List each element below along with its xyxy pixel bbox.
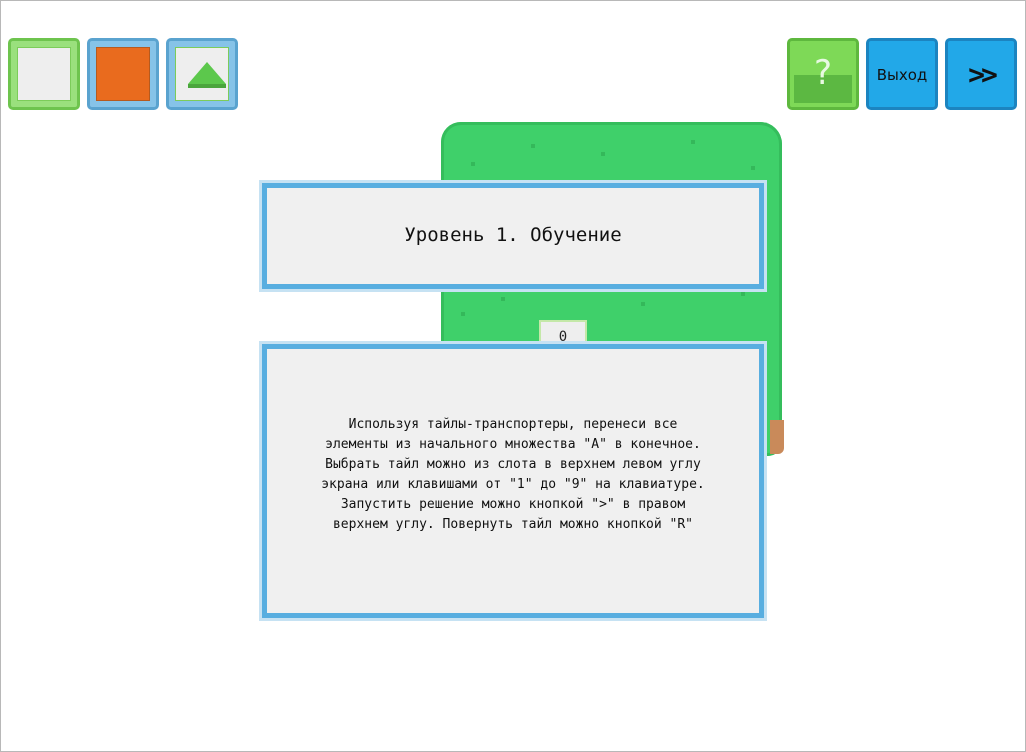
level-title-panel: Уровень 1. Обучение xyxy=(262,183,764,289)
grass-speck xyxy=(471,162,475,166)
arrow-up-icon-base xyxy=(188,84,226,88)
tile-slot-2[interactable] xyxy=(87,38,159,110)
fast-forward-button[interactable]: >> xyxy=(945,38,1017,110)
instructions-text: Используя тайлы-транспортеры, перенеси в… xyxy=(321,417,705,532)
help-button[interactable]: ? xyxy=(787,38,859,110)
grass-speck xyxy=(751,166,755,170)
grass-speck xyxy=(461,312,465,316)
board-tile-label: 0 xyxy=(558,329,568,345)
grass-speck xyxy=(641,302,645,306)
fast-forward-label: >> xyxy=(968,58,998,91)
level-title: Уровень 1. Обучение xyxy=(404,224,622,246)
transporter-tile-swatch xyxy=(175,47,229,101)
empty-tile-swatch xyxy=(17,47,71,101)
tile-slot-1[interactable] xyxy=(8,38,80,110)
exit-label: Выход xyxy=(876,66,928,84)
arrow-up-icon xyxy=(188,62,226,84)
grass-speck xyxy=(601,152,605,156)
grass-speck xyxy=(501,297,505,301)
tile-slot-3[interactable] xyxy=(166,38,238,110)
grass-speck xyxy=(741,292,745,296)
island-dirt-edge xyxy=(770,420,784,454)
exit-button[interactable]: Выход xyxy=(866,38,938,110)
instructions-panel[interactable]: Используя тайлы-транспортеры, перенеси в… xyxy=(262,344,764,618)
help-label: ? xyxy=(813,53,833,93)
grass-speck xyxy=(691,140,695,144)
orange-tile-swatch xyxy=(96,47,150,101)
grass-speck xyxy=(531,144,535,148)
